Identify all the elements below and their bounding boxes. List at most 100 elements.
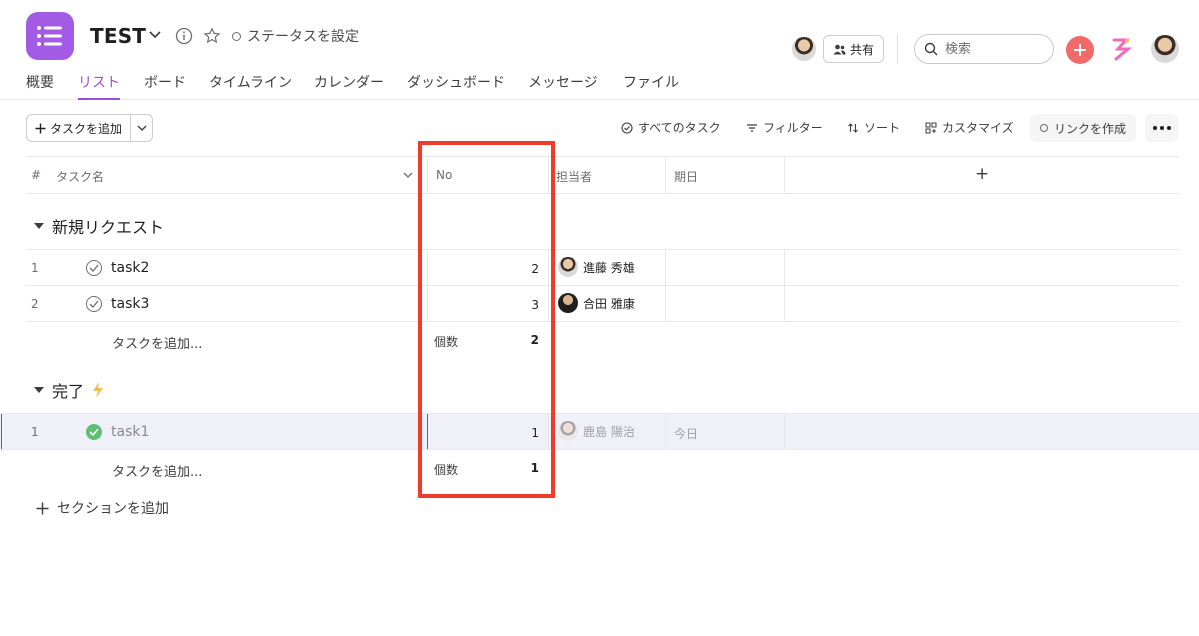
search-input[interactable] [945, 41, 1035, 57]
info-icon[interactable] [174, 26, 194, 46]
assignee-name: 合田 雅康 [583, 296, 635, 311]
customize-button[interactable]: カスタマイズ [925, 119, 1014, 136]
column-header-due-date[interactable]: 期日 [674, 168, 698, 185]
filter-icon [747, 123, 757, 132]
sort-label: ソート [864, 121, 901, 135]
filter-button[interactable]: フィルター [746, 119, 823, 136]
task-assignee[interactable]: 進藤 秀雄 [558, 257, 635, 277]
column-header-number: # [31, 168, 42, 182]
header-divider [897, 34, 898, 64]
grid-line [26, 285, 1179, 286]
grid-line [26, 249, 1179, 250]
list-icon [37, 26, 62, 46]
list-toolbar: タスクを追加 すべてのタスク フィルター ソート カスタマイズ リンクを作成 [0, 100, 1199, 156]
grid-line [665, 156, 666, 193]
create-link-button[interactable]: リンクを作成 [1030, 114, 1137, 142]
check-icon [89, 428, 99, 436]
all-tasks-filter[interactable]: すべてのタスク [621, 119, 721, 136]
customize-label: カスタマイズ [942, 121, 1014, 135]
assignee-avatar [558, 421, 578, 441]
grid-line [0, 413, 1199, 414]
set-status-button[interactable]: ステータスを設定 [232, 26, 359, 46]
member-avatar[interactable] [792, 37, 816, 61]
complete-task-checkbox[interactable] [86, 260, 102, 276]
more-options-button[interactable] [1145, 114, 1178, 142]
column-header-task-name[interactable]: タスク名 [56, 168, 104, 185]
search-icon [924, 42, 938, 56]
plus-icon [35, 123, 46, 133]
chevron-down-icon [137, 125, 146, 131]
share-label: 共有 [850, 42, 875, 57]
share-button[interactable]: 共有 [823, 35, 885, 63]
task-assignee[interactable]: 鹿島 陽治 [558, 421, 635, 441]
add-task-dropdown[interactable] [131, 114, 153, 142]
tab-dashboard[interactable]: ダッシュボード [407, 72, 505, 92]
grid-line [665, 413, 666, 449]
tab-messages[interactable]: メッセージ [528, 72, 598, 92]
selected-task-cell [1, 413, 428, 450]
circle-icon [1040, 124, 1048, 132]
upgrade-icon[interactable] [1108, 36, 1134, 62]
all-tasks-label: すべてのタスク [638, 121, 721, 135]
create-link-label: リンクを作成 [1054, 121, 1127, 136]
tab-timeline[interactable]: タイムライン [209, 72, 292, 92]
check-icon [89, 264, 99, 272]
task-name[interactable]: task3 [111, 296, 149, 312]
highlight-annotation-box [418, 141, 555, 498]
add-column-button[interactable]: + [975, 164, 989, 184]
status-label: ステータスを設定 [247, 29, 359, 45]
project-title[interactable]: TEST [90, 24, 146, 48]
assignee-avatar [558, 257, 578, 277]
grid-icon [925, 122, 937, 133]
user-avatar[interactable] [1151, 35, 1179, 63]
row-number: 1 [31, 425, 39, 439]
tab-board[interactable]: ボード [144, 72, 186, 92]
section-title: 新規リクエスト [52, 218, 165, 237]
sort-icon [848, 122, 858, 133]
task-name[interactable]: task1 [111, 424, 149, 440]
assignee-avatar [558, 293, 578, 313]
row-number: 1 [31, 261, 39, 275]
add-task-row[interactable]: タスクを追加... [112, 333, 202, 352]
assignee-name: 鹿島 陽治 [583, 424, 635, 439]
status-circle-icon [232, 31, 241, 41]
grid-line [26, 156, 1179, 157]
due-date-value[interactable]: 今日 [674, 425, 698, 442]
people-icon [833, 44, 846, 54]
add-section-label: セクションを追加 [57, 501, 169, 517]
tab-overview[interactable]: 概要 [26, 72, 54, 92]
tab-calendar[interactable]: カレンダー [314, 72, 384, 92]
grid-line [784, 413, 785, 449]
grid-line [0, 449, 1199, 450]
section-header[interactable]: 完了 [34, 378, 104, 402]
tab-files[interactable]: ファイル [623, 72, 679, 92]
add-task-label: タスクを追加 [50, 121, 123, 136]
section-title: 完了 [52, 382, 85, 401]
plus-icon [36, 502, 49, 514]
chevron-down-icon[interactable] [146, 26, 164, 44]
column-header-assignee[interactable]: 担当者 [556, 168, 592, 185]
sort-button[interactable]: ソート [847, 119, 900, 136]
project-tabs: 概要 リスト ボード タイムライン カレンダー ダッシュボード メッセージ ファ… [0, 64, 1199, 100]
tab-list[interactable]: リスト [78, 72, 120, 92]
star-icon[interactable] [202, 26, 222, 46]
grid-line [26, 321, 1179, 322]
assignee-name: 進藤 秀雄 [583, 260, 635, 275]
search-box[interactable] [914, 34, 1054, 64]
task-name[interactable]: task2 [111, 260, 149, 276]
lightning-icon [93, 382, 104, 398]
create-button[interactable] [1066, 36, 1094, 64]
plus-icon [1074, 44, 1086, 56]
task-assignee[interactable]: 合田 雅康 [558, 293, 635, 313]
completed-task-checkbox[interactable] [86, 424, 102, 440]
dot-icon [1159, 126, 1164, 130]
chevron-down-icon[interactable] [401, 168, 415, 182]
check-icon [89, 300, 99, 308]
grid-line [665, 249, 666, 321]
complete-task-checkbox[interactable] [86, 296, 102, 312]
section-header[interactable]: 新規リクエスト [34, 214, 164, 238]
add-task-button[interactable]: タスクを追加 [26, 114, 131, 142]
add-task-row[interactable]: タスクを追加... [112, 461, 202, 480]
project-icon[interactable] [26, 12, 74, 60]
add-section-button[interactable]: セクションを追加 [36, 498, 169, 518]
